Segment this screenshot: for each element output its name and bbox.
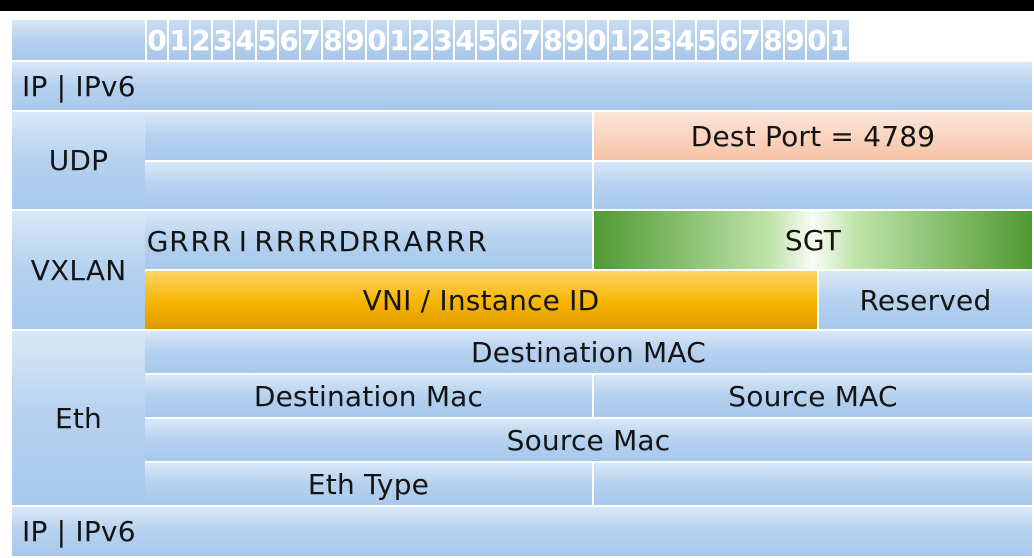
udp-dest-port-field: Dest Port = 4789 xyxy=(594,112,1034,162)
ruler-bit-27: 7 xyxy=(741,20,763,60)
layer-label-ip-top: IP | IPv6 xyxy=(12,62,147,112)
vxlan-flag-bit-8: R xyxy=(318,224,338,258)
bit-ruler: 01234567890123456789012345678901 xyxy=(147,20,1034,60)
ruler-bit-29: 9 xyxy=(785,20,807,60)
vxlan-flag-bit-9: D xyxy=(338,224,361,258)
ruler-bit-4: 4 xyxy=(235,20,257,60)
ruler-bit-31: 1 xyxy=(829,20,851,60)
vxlan-flag-bit-15: R xyxy=(467,224,487,258)
vxlan-flag-bit-14: R xyxy=(446,224,466,258)
vxlan-flag-bit-5: R xyxy=(254,224,274,258)
vxlan-flag-bit-2: R xyxy=(190,224,210,258)
ruler-bit-21: 1 xyxy=(609,20,631,60)
udp-length-field xyxy=(145,162,594,211)
vxlan-reserved-field: Reserved xyxy=(819,271,1034,331)
ruler-bit-22: 2 xyxy=(631,20,653,60)
eth-source-mac-field-2: Source Mac xyxy=(145,419,1034,463)
eth-payload-start-field xyxy=(594,463,1034,507)
vxlan-flag-bit-7: R xyxy=(296,224,317,258)
ruler-bit-11: 1 xyxy=(389,20,411,60)
vxlan-flag-bit-1: R xyxy=(169,224,189,258)
vxlan-flag-bit-12: A xyxy=(403,224,423,258)
eth-destination-mac-field-2: Destination Mac xyxy=(145,375,594,419)
vxlan-flag-bit-13: R xyxy=(424,224,445,258)
ruler-bit-14: 4 xyxy=(455,20,477,60)
udp-checksum-field xyxy=(594,162,1034,211)
ruler-bit-20: 0 xyxy=(587,20,609,60)
vxlan-header-diagram: 01234567890123456789012345678901 IP | IP… xyxy=(0,0,1034,558)
ruler-bit-19: 9 xyxy=(565,20,587,60)
vxlan-flag-bits: GRRRIRRRRDRRARRR xyxy=(147,211,488,271)
ruler-bit-16: 6 xyxy=(499,20,521,60)
ruler-bit-8: 8 xyxy=(323,20,345,60)
ruler-corner xyxy=(12,20,147,62)
ruler-bit-12: 2 xyxy=(411,20,433,60)
ruler-bit-1: 1 xyxy=(169,20,191,60)
vxlan-vni-field: VNI / Instance ID xyxy=(145,271,819,331)
layer-label-ip-bottom: IP | IPv6 xyxy=(12,507,147,558)
layer-label-eth: Eth xyxy=(12,331,147,507)
ruler-bit-28: 8 xyxy=(763,20,785,60)
ruler-bit-25: 5 xyxy=(697,20,719,60)
udp-source-port-field xyxy=(145,112,594,162)
ip-header-field-top xyxy=(145,62,1034,112)
ruler-bit-10: 0 xyxy=(367,20,389,60)
ruler-bit-23: 3 xyxy=(653,20,675,60)
vxlan-flag-bit-3: R xyxy=(211,224,232,258)
vxlan-flag-bit-4: I xyxy=(238,224,247,258)
ruler-bit-15: 5 xyxy=(477,20,499,60)
eth-source-mac-field: Source MAC xyxy=(594,375,1034,419)
ruler-bit-18: 8 xyxy=(543,20,565,60)
vxlan-flag-bit-11: R xyxy=(382,224,402,258)
ip-header-field-bottom xyxy=(145,507,1034,558)
ruler-bit-26: 6 xyxy=(719,20,741,60)
vxlan-flag-bit-10: R xyxy=(360,224,381,258)
ruler-bit-17: 7 xyxy=(521,20,543,60)
ruler-bit-0: 0 xyxy=(147,20,169,60)
ruler-bit-5: 5 xyxy=(257,20,279,60)
ruler-bit-13: 3 xyxy=(433,20,455,60)
vxlan-sgt-field: SGT xyxy=(594,211,1034,271)
eth-destination-mac-field: Destination MAC xyxy=(145,331,1034,375)
layer-label-udp: UDP xyxy=(12,112,147,211)
ruler-bit-6: 6 xyxy=(279,20,301,60)
top-border xyxy=(0,0,1034,11)
layer-label-vxlan: VXLAN xyxy=(12,211,147,331)
ruler-bit-3: 3 xyxy=(213,20,235,60)
ruler-bit-24: 4 xyxy=(675,20,697,60)
ruler-bit-30: 0 xyxy=(807,20,829,60)
ruler-bit-2: 2 xyxy=(191,20,213,60)
eth-type-field: Eth Type xyxy=(145,463,594,507)
ruler-bit-9: 9 xyxy=(345,20,367,60)
vxlan-flag-bit-0: G xyxy=(146,224,169,258)
vxlan-flag-bit-6: R xyxy=(275,224,296,258)
ruler-bit-7: 7 xyxy=(301,20,323,60)
